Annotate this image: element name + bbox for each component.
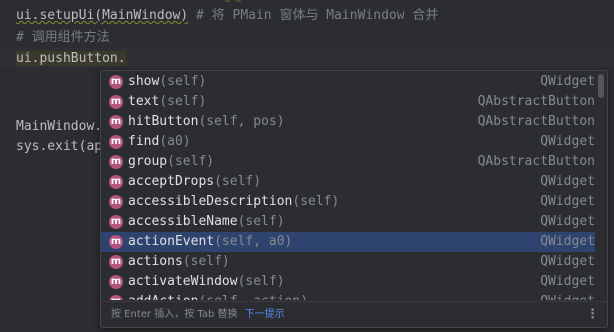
method-icon: m	[109, 155, 123, 169]
completion-item-class: QWidget	[540, 274, 595, 289]
completion-list[interactable]: m show (self) QWidget m text (self) QAbstractBu…	[101, 72, 595, 300]
completion-item[interactable]: m hitButton (self, pos) QAbstractButton	[101, 112, 595, 132]
completion-item-name: actionEvent	[128, 234, 215, 249]
completion-item-class: QWidget	[540, 234, 595, 249]
completion-item[interactable]: m text (self) QAbstractButton	[101, 92, 595, 112]
completion-item-name: addAction	[128, 292, 198, 300]
footer-hint-text: 按 Enter 插入，按 Tab 替换	[111, 309, 238, 320]
completion-item-name: hitButton	[128, 114, 199, 129]
completion-item-params: (self, pos)	[198, 114, 285, 129]
completion-item[interactable]: m acceptDrops (self) QWidget	[101, 172, 595, 192]
completion-item-name: actions	[128, 254, 183, 269]
completion-item[interactable]: m accessibleName (self) QWidget	[101, 212, 595, 232]
completion-item[interactable]: m activateWindow (self) QWidget	[101, 272, 595, 292]
completion-item-params: (self)	[182, 254, 230, 269]
completion-item[interactable]: m addAction(self, action) QWidget	[101, 292, 595, 300]
completion-item[interactable]: m accessibleDescription (self) QWidget	[101, 192, 595, 212]
code-line-6[interactable]: sys.exit(ap	[16, 137, 102, 157]
code-text: sys.exit(ap	[16, 139, 103, 154]
method-icon: m	[109, 95, 123, 109]
completion-item-name: find	[128, 134, 160, 149]
code-line-5[interactable]: MainWindow.	[16, 117, 102, 137]
completion-item[interactable]: m find (a0) QWidget	[101, 132, 595, 152]
code-comment: # 调用组件方法	[16, 30, 110, 45]
completion-item-name: accessibleName	[128, 214, 238, 229]
inline-hint-marks: ~ ~	[225, 0, 242, 7]
completion-item-name: group	[128, 154, 168, 169]
completion-item-name: show	[128, 74, 160, 89]
code-line-1[interactable]: ui.setupUi(MainWindow) # 将 PMain 窗体与 Mai…	[16, 6, 438, 26]
code-line-2[interactable]: # 调用组件方法	[16, 28, 110, 48]
completion-item-class: QWidget	[540, 74, 595, 89]
method-icon: m	[109, 135, 123, 149]
completion-item-name: activateWindow	[128, 274, 238, 289]
completion-item[interactable]: m actions (self) QWidget	[101, 252, 595, 272]
completion-item[interactable]: m actionEvent (self, a0) QWidget	[101, 232, 595, 252]
method-icon: m	[109, 195, 123, 209]
completion-item-name: acceptDrops	[128, 174, 215, 189]
completion-item-class: QAbstractButton	[477, 114, 595, 129]
method-icon: m	[109, 175, 123, 189]
code-line-3[interactable]: ui.pushButton.	[16, 49, 126, 69]
code-text: MainWindow.	[16, 119, 103, 134]
completion-item-class: QWidget	[540, 254, 595, 269]
method-icon: m	[109, 295, 123, 300]
completion-item-params: (self, a0)	[214, 234, 293, 249]
method-icon: m	[109, 75, 123, 89]
more-vertical-icon[interactable]: ⋮	[586, 302, 599, 327]
completion-scrollbar[interactable]	[598, 74, 604, 98]
completion-item-class: QWidget	[540, 134, 595, 149]
completion-item-params: (a0)	[159, 134, 191, 149]
completion-item-class: QAbstractButton	[477, 94, 595, 109]
completion-item-class: QWidget	[540, 174, 595, 189]
completion-item-class: QWidget	[540, 194, 595, 209]
completion-item[interactable]: m group (self) QAbstractButton	[101, 152, 595, 172]
next-tip-link[interactable]: 下一提示	[245, 309, 285, 320]
completion-footer: 按 Enter 插入，按 Tab 替换 下一提示 ⋮	[101, 301, 607, 327]
completion-item-params: (self, action)	[198, 292, 308, 300]
method-icon: m	[109, 275, 123, 289]
completion-item-class: QAbstractButton	[477, 154, 595, 169]
completion-popup[interactable]: m show (self) QWidget m text (self) QAbstractBu…	[100, 70, 608, 328]
completion-item-params: (self)	[214, 174, 262, 189]
completion-item-class: QWidget	[540, 214, 595, 229]
method-icon: m	[109, 235, 123, 249]
completion-item-params: (self)	[237, 274, 285, 289]
completion-item[interactable]: m show (self) QWidget	[101, 72, 595, 92]
code-text-current: ui.pushButton.	[16, 51, 126, 66]
code-text: ui.setupUi(MainWindow)	[16, 8, 189, 23]
completion-item-params: (self)	[237, 214, 285, 229]
code-comment: # 将 PMain 窗体与 MainWindow 合并	[188, 8, 439, 23]
completion-item-params: (self)	[292, 194, 340, 209]
method-icon: m	[109, 255, 123, 269]
completion-item-params: (self)	[167, 154, 215, 169]
method-icon: m	[109, 215, 123, 229]
completion-item-params: (self)	[159, 74, 207, 89]
completion-item-params: (self)	[159, 94, 207, 109]
completion-item-name: accessibleDescription	[128, 194, 293, 209]
method-icon: m	[109, 115, 123, 129]
completion-item-name: text	[128, 94, 160, 109]
completion-item-class: QWidget	[540, 292, 595, 300]
